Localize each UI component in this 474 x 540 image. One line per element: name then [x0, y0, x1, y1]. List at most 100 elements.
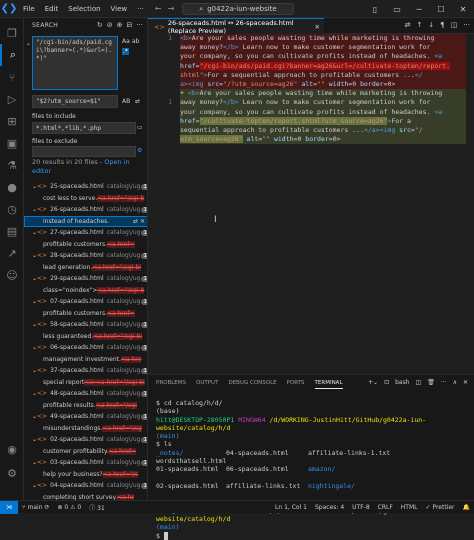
- result-file-row[interactable]: ⌄ <> 25-spaceads.html catalog\/ug 1: [24, 181, 147, 193]
- maximize-icon[interactable]: ☐: [430, 5, 452, 14]
- result-file-row[interactable]: ⌄ <> 27-spaceads.html catalog\/ug 1: [24, 227, 147, 239]
- search-view-icon[interactable]: ⌕: [0, 44, 24, 66]
- code-line[interactable]: + <b>Are your sales people wasting time …: [180, 89, 466, 99]
- new-search-editor-icon[interactable]: ⊕: [117, 21, 123, 29]
- testing-icon[interactable]: ⚗: [0, 154, 24, 176]
- result-match-row[interactable]: cost less to serve. <a href="/cgi-b: [24, 193, 147, 205]
- forward-arrow-icon[interactable]: →: [168, 4, 175, 13]
- code-content[interactable]: <b>Are your sales people wasting time wh…: [180, 34, 466, 145]
- result-match-row[interactable]: customer profitability. <a href=: [24, 446, 147, 458]
- regex-icon[interactable]: .*: [122, 48, 129, 55]
- timeline-icon[interactable]: ◷: [0, 198, 24, 220]
- branch-indicator[interactable]: ⑂ main ⟳: [18, 504, 53, 511]
- whole-word-icon[interactable]: ab: [132, 38, 140, 45]
- result-file-row[interactable]: ⌄ <> 03-spaceads.html catalog\/ug 1: [24, 457, 147, 469]
- close-panel-icon[interactable]: ✕: [463, 379, 468, 386]
- toggle-inline-icon[interactable]: ¶: [440, 21, 444, 29]
- menu-file[interactable]: File: [18, 5, 40, 13]
- code-line[interactable]: href="/cgi-bin/ads/paid.cgi?banner=ag26&…: [180, 61, 466, 71]
- split-editor-icon[interactable]: ◫: [451, 21, 458, 29]
- editor-more-icon[interactable]: ···: [463, 21, 470, 29]
- code-line[interactable]: away money?</b> Learn now to make custom…: [180, 98, 466, 108]
- panel-more-icon[interactable]: ···: [441, 379, 447, 386]
- tab-close-icon[interactable]: ✕: [315, 23, 320, 31]
- accounts-icon[interactable]: ◉: [0, 438, 24, 460]
- refresh-icon[interactable]: ↻: [97, 21, 103, 29]
- code-line[interactable]: utm_source=ag26" alt="" width=0 border=0…: [180, 135, 466, 145]
- remote-explorer-icon[interactable]: ▣: [0, 132, 24, 154]
- result-file-row[interactable]: ⌄ <> 48-spaceads.html catalog\/ug 1: [24, 388, 147, 400]
- result-file-row[interactable]: ⌄ <> 29-spaceads.html catalog\/ug 1: [24, 273, 147, 285]
- search-input[interactable]: "/cgi-bin/ads/paid.cgi\?banner=(.*)&url=…: [32, 36, 118, 90]
- tab-output[interactable]: OUTPUT: [196, 380, 218, 389]
- replace-input[interactable]: "$2?utm_source=$1": [32, 95, 118, 108]
- use-exclude-settings-icon[interactable]: ⚙: [137, 147, 142, 154]
- more-actions-icon[interactable]: ···: [136, 21, 143, 29]
- result-match-row[interactable]: class="noindex"> <a href="/cgi-b: [24, 285, 147, 297]
- tab-problems[interactable]: PROBLEMS: [156, 380, 186, 389]
- files-exclude-input[interactable]: [32, 146, 136, 157]
- remote-indicator-icon[interactable]: ⋊: [0, 500, 18, 514]
- tab-ports[interactable]: PORTS: [287, 380, 305, 389]
- back-arrow-icon[interactable]: ←: [155, 4, 162, 13]
- result-file-row[interactable]: ⌄ <> 28-spaceads.html catalog\/ug 1: [24, 250, 147, 262]
- source-control-icon[interactable]: ⑂: [0, 66, 24, 88]
- shell-name[interactable]: bash: [395, 379, 409, 386]
- result-file-row[interactable]: ⌄ <> 02-spaceads.html catalog\/ug 1: [24, 434, 147, 446]
- result-match-row[interactable]: lead generation. <a href="/cgi-bi: [24, 262, 147, 274]
- code-line[interactable]: your company, so you can cultivate profi…: [180, 107, 466, 117]
- menu-more[interactable]: ···: [132, 5, 149, 13]
- close-icon[interactable]: ✕: [452, 5, 474, 14]
- files-include-input[interactable]: *.html*,*lib,*.php: [32, 122, 136, 134]
- result-match-row[interactable]: management investment. <a hre: [24, 354, 147, 366]
- clear-results-icon[interactable]: ⊘: [107, 21, 113, 29]
- code-line[interactable]: href="/cultivate-topten/report.shtml?utm…: [180, 116, 466, 126]
- result-file-row[interactable]: ⌄ <> 06-spaceads.html catalog\/ug 1: [24, 342, 147, 354]
- replace-all-icon[interactable]: ⇄: [135, 98, 140, 105]
- info-indicator[interactable]: ⓘ 31: [85, 503, 109, 512]
- result-match-row[interactable]: profitable results. <a href="/cgi: [24, 400, 147, 412]
- replace-match-icon[interactable]: ⇄: [133, 218, 140, 225]
- code-line[interactable]: away money?</b> Learn now to make custom…: [180, 43, 466, 53]
- open-editors-icon[interactable]: ▭: [137, 124, 143, 131]
- result-match-row[interactable]: completing short survey. <a hr: [24, 492, 147, 500]
- notifications-icon[interactable]: 🔔: [459, 504, 474, 511]
- result-file-row[interactable]: ⌄ <> 58-spaceads.html catalog\/ug 1: [24, 319, 147, 331]
- dismiss-match-icon[interactable]: ✕: [140, 218, 145, 225]
- match-case-icon[interactable]: Aa: [122, 38, 130, 45]
- code-line[interactable]: <b>Are your sales people wasting time wh…: [180, 34, 466, 44]
- result-match-row[interactable]: special report <i><a href="/cgi-bi: [24, 377, 147, 389]
- copilot-icon[interactable]: ☺: [0, 264, 24, 286]
- editor-scrollbar[interactable]: [466, 34, 474, 372]
- result-match-row[interactable]: profitable customers. <a href=: [24, 239, 147, 251]
- terminal-input-line[interactable]: $ _: [156, 531, 468, 540]
- kill-terminal-icon[interactable]: 🗑: [427, 379, 435, 386]
- maximize-panel-icon[interactable]: ∧: [453, 379, 457, 386]
- terminal-output[interactable]: $ cd catalog/h/d/ (base) hitt@DESKTOP-28…: [156, 399, 468, 540]
- eol[interactable]: CRLF: [374, 504, 397, 511]
- run-debug-icon[interactable]: ▷: [0, 88, 24, 110]
- tab-replace-preview[interactable]: <> 26-spaceads.html ↔ 26-spaceads.html (…: [148, 18, 324, 35]
- result-file-row[interactable]: ⌄ <> 49-spaceads.html catalog\/ug 1: [24, 411, 147, 423]
- extensions-icon[interactable]: ⊞: [0, 110, 24, 132]
- new-terminal-icon[interactable]: +⌄: [368, 379, 378, 386]
- layout-panel-icon[interactable]: ▭: [386, 5, 408, 14]
- split-terminal-icon[interactable]: ◫: [416, 379, 422, 386]
- code-line[interactable]: your company, so you can cultivate profi…: [180, 52, 466, 62]
- prettier-status[interactable]: ✓ Prettier: [422, 504, 459, 511]
- layout-sidebar-icon[interactable]: ▯: [364, 5, 386, 14]
- toggle-replace-chevron-icon[interactable]: ⌄: [26, 40, 31, 47]
- explorer-icon[interactable]: ❐: [0, 22, 24, 44]
- result-match-row[interactable]: help your business? <a href="/c: [24, 469, 147, 481]
- tab-debug-console[interactable]: DEBUG CONSOLE: [228, 380, 276, 389]
- live-share-icon[interactable]: ↗: [0, 242, 24, 264]
- preserve-case-toggle[interactable]: AB: [122, 98, 130, 105]
- result-match-row[interactable]: less guaranteed. <a href="/cgi-bi: [24, 331, 147, 343]
- code-line[interactable]: a><img src="/?utm_source=ag26" alt="" wi…: [180, 79, 466, 90]
- result-match-row[interactable]: profitable customers. <a href=: [24, 308, 147, 320]
- result-file-row[interactable]: ⌄ <> 37-spaceads.html catalog\/ug 1: [24, 365, 147, 377]
- code-line[interactable]: shtml">For a sequential approach to prof…: [180, 70, 466, 80]
- menu-edit[interactable]: Edit: [40, 5, 64, 13]
- language-mode[interactable]: HTML: [397, 504, 422, 511]
- collapse-all-icon[interactable]: ⊟: [126, 21, 132, 29]
